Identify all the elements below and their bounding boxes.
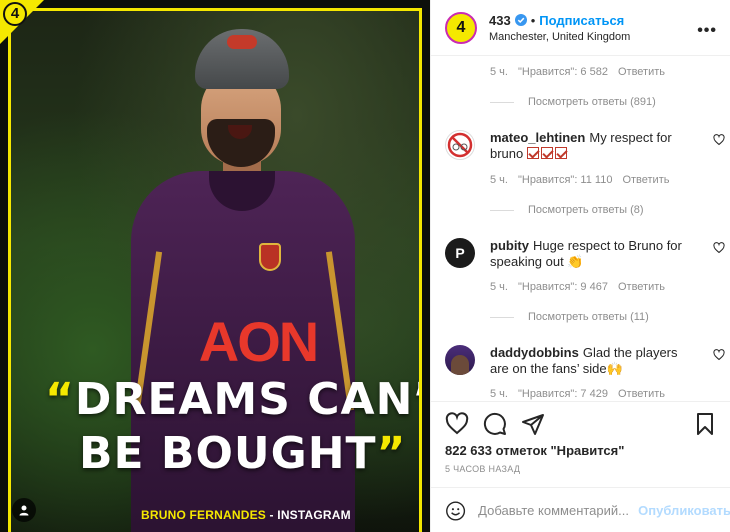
view-replies-button[interactable]: Посмотреть ответы (11) <box>490 311 649 323</box>
comment-bubble-icon[interactable] <box>483 412 507 436</box>
comment-meta: 5 ч. "Нравится": 11 110 Ответить <box>490 174 679 186</box>
comments-list[interactable]: 5 ч. "Нравится": 6 582 Ответить Посмотреть… <box>431 56 730 401</box>
like-heart-icon[interactable] <box>445 412 469 436</box>
comment-time[interactable]: 5 ч. <box>490 174 508 186</box>
replies-divider <box>490 316 514 318</box>
avatar-face <box>451 355 469 375</box>
no-bike-icon <box>447 132 473 158</box>
quote-line-2: BE BOUGHT” <box>45 427 419 481</box>
header-text: 433 • Подписаться Manchester, United Kin… <box>489 13 630 43</box>
quote-line-2-text: BE BOUGHT <box>79 428 377 479</box>
commenter-username[interactable]: mateo_lehtinen <box>490 130 585 145</box>
commenter-username[interactable]: pubity <box>490 238 529 253</box>
comment-likes[interactable]: "Нравится": 11 110 <box>518 174 612 186</box>
share-paper-plane-icon[interactable] <box>521 412 545 436</box>
comment-reply-button[interactable]: Ответить <box>618 66 665 78</box>
attribution-source: - INSTAGRAM <box>266 508 351 522</box>
comment-meta: 5 ч. "Нравится": 6 582 Ответить <box>490 66 675 78</box>
comment-reply-button[interactable]: Ответить <box>618 388 665 400</box>
follow-button[interactable]: Подписаться <box>539 13 624 28</box>
user-icon <box>19 505 29 516</box>
tagged-users-button[interactable] <box>12 498 36 522</box>
emoji-smiley-icon[interactable] <box>445 499 466 523</box>
comment-time[interactable]: 5 ч. <box>490 66 508 78</box>
view-replies-button[interactable]: Посмотреть ответы (891) <box>490 96 656 108</box>
post-image[interactable]: AON “DREAMS CAN’T BE BOUGHT” BRUNO FERNA… <box>0 0 430 532</box>
comment-time[interactable]: 5 ч. <box>490 388 508 400</box>
quote-attribution: BRUNO FERNANDES - INSTAGRAM <box>141 508 351 522</box>
post-location[interactable]: Manchester, United Kingdom <box>489 31 630 43</box>
view-replies-label: Посмотреть ответы (8) <box>528 204 644 216</box>
check-mark-icon <box>540 147 553 159</box>
bookmark-icon[interactable] <box>693 412 717 436</box>
quote-line-1-text: DREAMS CAN’T <box>74 374 419 425</box>
image-frame: AON “DREAMS CAN’T BE BOUGHT” BRUNO FERNA… <box>8 8 422 532</box>
view-replies-label: Посмотреть ответы (891) <box>528 96 656 108</box>
account-avatar[interactable]: 4 <box>445 11 477 44</box>
check-mark-icon <box>526 147 539 159</box>
comment-item: P pubity Huge respect to Bruno for speaki… <box>445 238 725 278</box>
post-actions: 822 633 отметок "Нравится" 5 часов назад… <box>431 401 730 532</box>
publish-button[interactable]: Опубликовать <box>638 503 730 518</box>
header-separator: • <box>530 12 536 28</box>
post-header: 4 433 • Подписаться Manchester, United K… <box>431 0 730 56</box>
commenter-avatar[interactable] <box>445 345 475 375</box>
comment-likes[interactable]: "Нравится": 6 582 <box>518 66 608 78</box>
comment-reply-button[interactable]: Ответить <box>618 281 665 293</box>
action-icons <box>445 412 559 436</box>
comment-item: daddydobbins Glad the players are on the … <box>445 345 725 385</box>
comment-item: mateo_lehtinen My respect for bruno <box>445 130 725 170</box>
comment-text: daddydobbins Glad the players are on the … <box>490 345 692 377</box>
more-options-button[interactable]: ••• <box>697 22 717 40</box>
add-comment-bar: Опубликовать <box>431 487 730 532</box>
quote-line-1: “DREAMS CAN’T <box>45 373 419 427</box>
comment-text: pubity Huge respect to Bruno for speaking… <box>490 238 692 270</box>
quote-open-mark: “ <box>45 374 75 425</box>
commenter-username[interactable]: daddydobbins <box>490 345 579 360</box>
header-top-row: 433 • Подписаться <box>489 13 630 28</box>
post-timestamp[interactable]: 5 часов назад <box>445 464 520 474</box>
comment-time[interactable]: 5 ч. <box>490 281 508 293</box>
comment-like-heart-icon[interactable] <box>713 242 725 254</box>
comment-reply-button[interactable]: Ответить <box>622 174 669 186</box>
attribution-name: BRUNO FERNANDES <box>141 508 267 522</box>
comment-like-heart-icon[interactable] <box>713 349 725 361</box>
quote-text: “DREAMS CAN’T BE BOUGHT” <box>45 373 419 481</box>
jersey-sponsor-text: AON <box>198 310 319 373</box>
comment-likes[interactable]: "Нравится": 9 467 <box>518 281 608 293</box>
view-replies-label: Посмотреть ответы (11) <box>528 311 649 323</box>
comment-text: mateo_lehtinen My respect for bruno <box>490 130 692 162</box>
comment-like-heart-icon[interactable] <box>713 134 725 146</box>
comment-input[interactable] <box>478 503 629 518</box>
club-crest-icon <box>259 243 281 271</box>
view-replies-button[interactable]: Посмотреть ответы (8) <box>490 204 644 216</box>
verified-badge-icon <box>514 14 527 26</box>
check-mark-icon <box>554 147 567 159</box>
comment-likes[interactable]: "Нравится": 7 429 <box>518 388 608 400</box>
account-username[interactable]: 433 <box>489 13 511 28</box>
quote-close-mark: ” <box>376 428 407 479</box>
replies-divider <box>490 209 514 211</box>
commenter-avatar[interactable] <box>445 130 475 160</box>
commenter-avatar[interactable]: P <box>445 238 475 268</box>
comment-meta: 5 ч. "Нравится": 7 429 Ответить <box>490 388 675 400</box>
post-side-panel: 4 433 • Подписаться Manchester, United K… <box>430 0 730 532</box>
corner-badge-logo: 4 <box>3 2 27 26</box>
likes-count[interactable]: 822 633 отметок "Нравится" <box>445 443 624 458</box>
replies-divider <box>490 101 514 103</box>
comment-meta: 5 ч. "Нравится": 9 467 Ответить <box>490 281 675 293</box>
beanie-crest-icon <box>227 35 257 49</box>
